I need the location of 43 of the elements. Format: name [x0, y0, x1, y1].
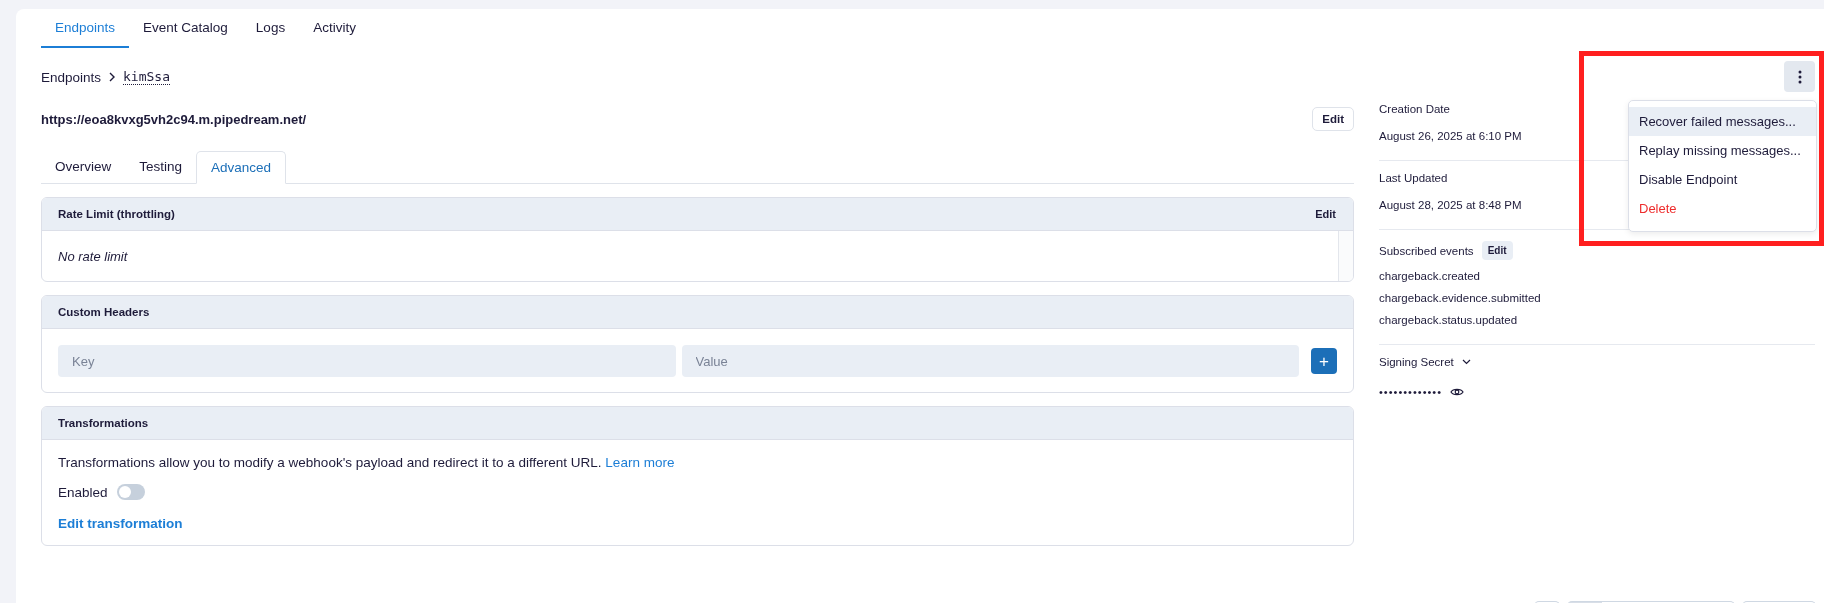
edit-button[interactable]: Edit: [1481, 241, 1513, 260]
panel-title: Rate Limit (throttling): [58, 208, 175, 220]
learn-more-link[interactable]: Learn more: [605, 455, 675, 470]
event-name: chargeback.status.updated: [1379, 314, 1518, 326]
endpoint-id: kimSsa: [123, 69, 170, 85]
enabled-label: Enabled: [58, 484, 108, 500]
endpoint-url: https://eoa8kvxg5vh2c94.m.pipedream.net/: [41, 111, 307, 127]
breadcrumb-link[interactable]: Endpoints: [41, 69, 102, 85]
vertical-dots-icon: [1797, 69, 1802, 84]
eye-icon[interactable]: [1450, 387, 1465, 397]
menu-item[interactable]: Delete: [1629, 194, 1816, 223]
nav-tab[interactable]: Event Catalog: [129, 9, 242, 48]
last-updated-date: August 28, 2025 at 8:48 PM: [1379, 199, 1522, 211]
creation-date: August 26, 2025 at 6:10 PM: [1379, 130, 1522, 142]
key-field[interactable]: Key: [58, 345, 676, 377]
event-name: chargeback.evidence.submitted: [1379, 292, 1541, 304]
field-label: Creation Date: [1379, 103, 1450, 115]
rate-limit-value: No rate limit: [58, 248, 128, 264]
field-label: Last Updated: [1379, 172, 1448, 184]
nav-tab[interactable]: Activity: [299, 9, 370, 48]
sub-tab[interactable]: Testing: [125, 151, 197, 183]
toggle-switch[interactable]: [116, 484, 145, 500]
value-field[interactable]: Value: [681, 345, 1299, 377]
menu-item[interactable]: Disable Endpoint: [1629, 165, 1816, 194]
sub-tab[interactable]: Overview: [41, 151, 126, 183]
edit-button[interactable]: Edit: [1315, 208, 1336, 220]
chevron-right-icon: [108, 72, 117, 82]
masked-secret: •••••••••••••: [1379, 386, 1443, 398]
chevron-down-icon[interactable]: [1461, 359, 1471, 365]
menu-item[interactable]: Replay missing messages...: [1629, 136, 1816, 165]
add-button[interactable]: +: [1311, 348, 1337, 374]
description-text: Transformations allow you to modify a webhook's payload and redirect it to a different URL. Learn more: [58, 455, 676, 470]
field-label: Subscribed events: [1379, 244, 1474, 257]
edit-transformation-link[interactable]: Edit transformation: [58, 516, 183, 531]
sub-tab[interactable]: Advanced: [196, 151, 287, 184]
nav-tab[interactable]: Endpoints: [41, 9, 130, 48]
menu-item[interactable]: Recover failed messages...: [1629, 107, 1816, 136]
panel-title: Custom Headers: [58, 306, 150, 318]
panel-title: Transformations: [58, 417, 149, 429]
edit-button[interactable]: Edit: [1312, 107, 1354, 131]
event-name: chargeback.created: [1379, 270, 1480, 282]
nav-tab[interactable]: Logs: [241, 9, 300, 48]
field-label: Signing Secret: [1379, 356, 1454, 368]
